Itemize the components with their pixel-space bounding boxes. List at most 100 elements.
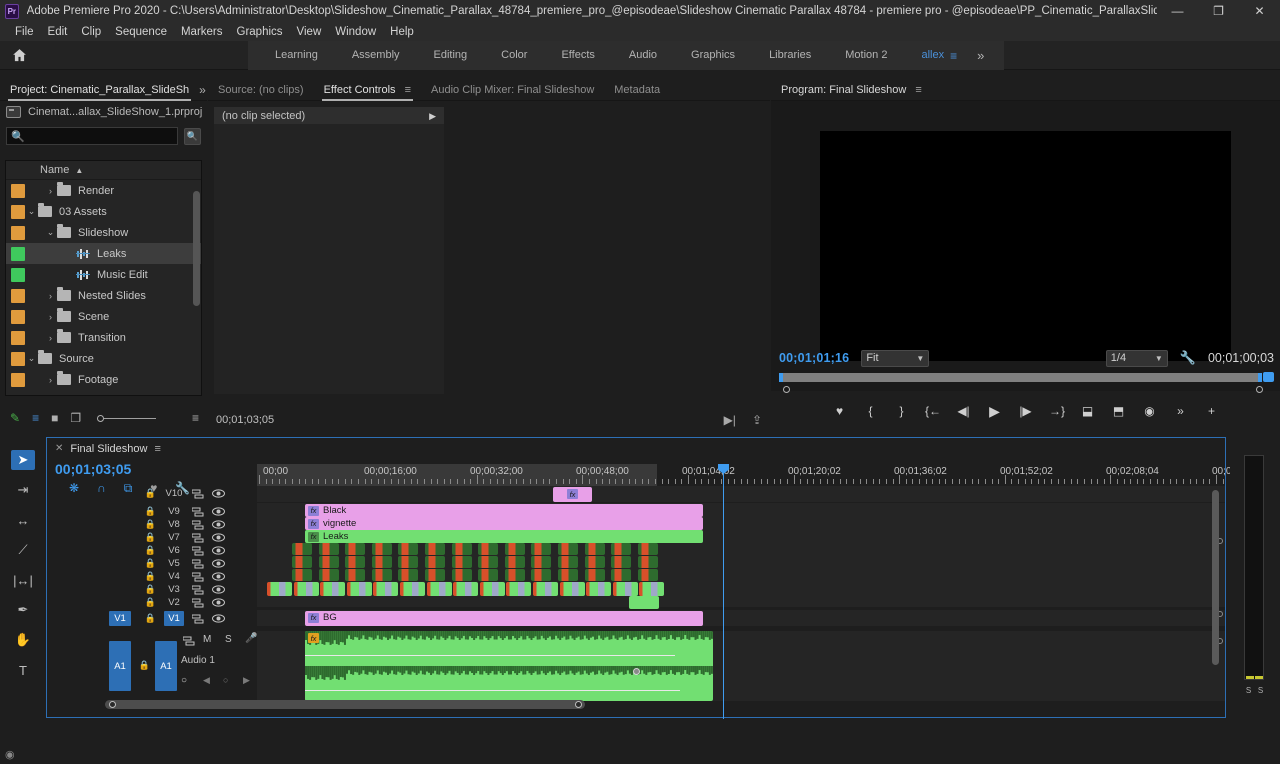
- workspace-tab-libraries[interactable]: Libraries: [752, 41, 828, 70]
- effect-controls-hamburger-icon[interactable]: ≡: [405, 84, 411, 96]
- microphone-icon[interactable]: 🎤: [245, 633, 257, 644]
- sync-lock-icon-a1[interactable]: [181, 634, 196, 647]
- timeline-thumbnail-clip[interactable]: [292, 543, 312, 555]
- timeline-playhead[interactable]: [718, 464, 729, 719]
- track-select-forward-tool[interactable]: ⇥: [11, 480, 35, 500]
- workspace-tab-graphics[interactable]: Graphics: [674, 41, 752, 70]
- chevron-right-icon[interactable]: ›: [44, 375, 57, 385]
- zoom-slider[interactable]: [97, 414, 157, 422]
- project-file-row[interactable]: Cinemat...allax_SlideShow_1.prproj: [0, 101, 207, 123]
- timeline-clip-small[interactable]: [373, 582, 399, 596]
- timeline-thumbnail-clip[interactable]: [451, 543, 472, 555]
- workspace-tab-motion-2[interactable]: Motion 2: [828, 41, 904, 70]
- solo-right-button[interactable]: S: [1256, 685, 1265, 695]
- minimize-button[interactable]: —: [1157, 0, 1198, 22]
- timeline-thumbnail-clip[interactable]: [637, 569, 658, 581]
- timeline-thumbnail-clip[interactable]: [584, 556, 605, 568]
- expand-arrow-icon[interactable]: ▶: [429, 111, 436, 122]
- source-patch-a1[interactable]: A1: [109, 641, 131, 691]
- fx-badge-icon-audio[interactable]: fx: [308, 633, 319, 643]
- add-marker-icon[interactable]: ♥: [832, 404, 847, 418]
- menu-window[interactable]: Window: [328, 24, 383, 40]
- timeline-clip-small[interactable]: [639, 582, 665, 596]
- tab-metadata[interactable]: Metadata: [604, 79, 670, 101]
- timeline-clip[interactable]: fx vignette: [305, 517, 703, 530]
- scrub-zoom-left-knob[interactable]: [783, 386, 790, 393]
- h-zoom-right-knob[interactable]: [575, 701, 582, 708]
- chevron-right-icon[interactable]: ›: [44, 291, 57, 301]
- fx-badge-icon[interactable]: fx: [308, 531, 319, 542]
- chevron-right-icon[interactable]: ›: [44, 186, 57, 196]
- timeline-thumbnail-clip[interactable]: [371, 569, 392, 581]
- timeline-thumbnail-clip[interactable]: [531, 556, 552, 568]
- timeline-thumbnail-clip[interactable]: [611, 556, 632, 568]
- scrub-in-handle[interactable]: [779, 373, 783, 382]
- track-target-v10[interactable]: V10: [164, 486, 184, 501]
- mute-track-button[interactable]: M: [203, 634, 211, 645]
- volume-keyframe[interactable]: [633, 668, 640, 675]
- timeline-clip-small[interactable]: [586, 582, 612, 596]
- zoom-slider-knob[interactable]: [97, 414, 105, 422]
- timeline-clip-small[interactable]: [506, 582, 532, 596]
- timeline-thumbnail-clip[interactable]: [584, 543, 605, 555]
- timeline-thumbnail-clip[interactable]: [292, 569, 312, 581]
- playback-resolution-dropdown[interactable]: 1/4 ▼: [1105, 349, 1168, 367]
- chevron-down-icon[interactable]: ⌄: [25, 206, 38, 217]
- timeline-thumbnail-clip[interactable]: [531, 569, 552, 581]
- tab-source[interactable]: Source: (no clips): [208, 79, 314, 101]
- audio-clip[interactable]: fx: [305, 631, 713, 701]
- timeline-clip-small[interactable]: [293, 582, 319, 596]
- tab-audio-clip-mixer[interactable]: Audio Clip Mixer: Final Slideshow: [421, 79, 604, 101]
- lock-icon-a1[interactable]: 🔒: [137, 659, 152, 672]
- timeline-thumbnail-clip[interactable]: [425, 569, 445, 581]
- keyframe-opacity-icon[interactable]: ○: [181, 675, 187, 686]
- program-scrub-track[interactable]: [779, 373, 1262, 382]
- workspace-hamburger-icon[interactable]: ≡: [950, 49, 967, 63]
- timeline-thumbnail-clip[interactable]: [637, 543, 658, 555]
- lift-icon[interactable]: ⬓: [1080, 404, 1095, 418]
- bin-row[interactable]: › Render: [6, 180, 201, 201]
- timeline-clip-small[interactable]: [559, 582, 585, 596]
- menu-graphics[interactable]: Graphics: [230, 24, 290, 40]
- program-current-timecode[interactable]: 00;01;01;16: [779, 351, 849, 365]
- timeline-thumbnail-clip[interactable]: [531, 543, 552, 555]
- workspace-tab-effects[interactable]: Effects: [544, 41, 611, 70]
- timeline-thumbnail-clip[interactable]: [345, 556, 366, 568]
- step-back-icon[interactable]: ◀|: [956, 404, 971, 418]
- vertical-scroll-thumb[interactable]: [1212, 490, 1219, 665]
- timeline-thumbnail-clip[interactable]: [478, 569, 499, 581]
- timeline-thumbnail-clip[interactable]: [425, 556, 445, 568]
- timeline-thumbnail-clip[interactable]: [504, 543, 525, 555]
- timeline-thumbnail-clip[interactable]: [558, 569, 578, 581]
- workspace-tab-assembly[interactable]: Assembly: [335, 41, 417, 70]
- volume-rubber-band-2[interactable]: [305, 690, 680, 691]
- filter-bin-icon[interactable]: 🔍: [184, 127, 201, 145]
- maximize-button[interactable]: ❐: [1198, 0, 1239, 22]
- workspace-tab-user[interactable]: allex: [904, 41, 950, 70]
- mark-in-icon[interactable]: {: [863, 404, 878, 418]
- sync-lock-icon[interactable]: [190, 612, 205, 625]
- toggle-track-output-icon[interactable]: [211, 487, 226, 500]
- timeline-thumbnail-clip[interactable]: [611, 569, 632, 581]
- timeline-thumbnail-clip[interactable]: [318, 543, 339, 555]
- timeline-thumbnail-clip[interactable]: [345, 543, 366, 555]
- program-hamburger-icon[interactable]: ≡: [915, 84, 921, 96]
- timeline-thumbnail-clip[interactable]: [318, 569, 339, 581]
- track-header-v1[interactable]: V1 🔒 V1: [95, 611, 226, 626]
- bin-row[interactable]: › Nested Slides: [6, 285, 201, 306]
- play-icon[interactable]: ▶: [987, 403, 1002, 420]
- track-header-v2[interactable]: 🔒 V2: [95, 595, 226, 610]
- search-input[interactable]: [24, 130, 177, 142]
- toggle-track-output-icon[interactable]: [211, 612, 226, 625]
- type-tool[interactable]: T: [11, 660, 35, 680]
- bin-row[interactable]: › Scene: [6, 306, 201, 327]
- timeline-thumbnail-clip[interactable]: [504, 556, 525, 568]
- bin-column-header[interactable]: Name ▲: [6, 161, 201, 180]
- toggle-track-output-icon[interactable]: [211, 596, 226, 609]
- next-keyframe-icon[interactable]: ▶: [243, 675, 250, 686]
- bin-row[interactable]: › Transition: [6, 327, 201, 348]
- menu-markers[interactable]: Markers: [174, 24, 230, 40]
- workspace-tab-audio[interactable]: Audio: [612, 41, 674, 70]
- razor-tool[interactable]: ⟋: [11, 540, 35, 560]
- bin-vertical-scrollbar[interactable]: [193, 191, 200, 306]
